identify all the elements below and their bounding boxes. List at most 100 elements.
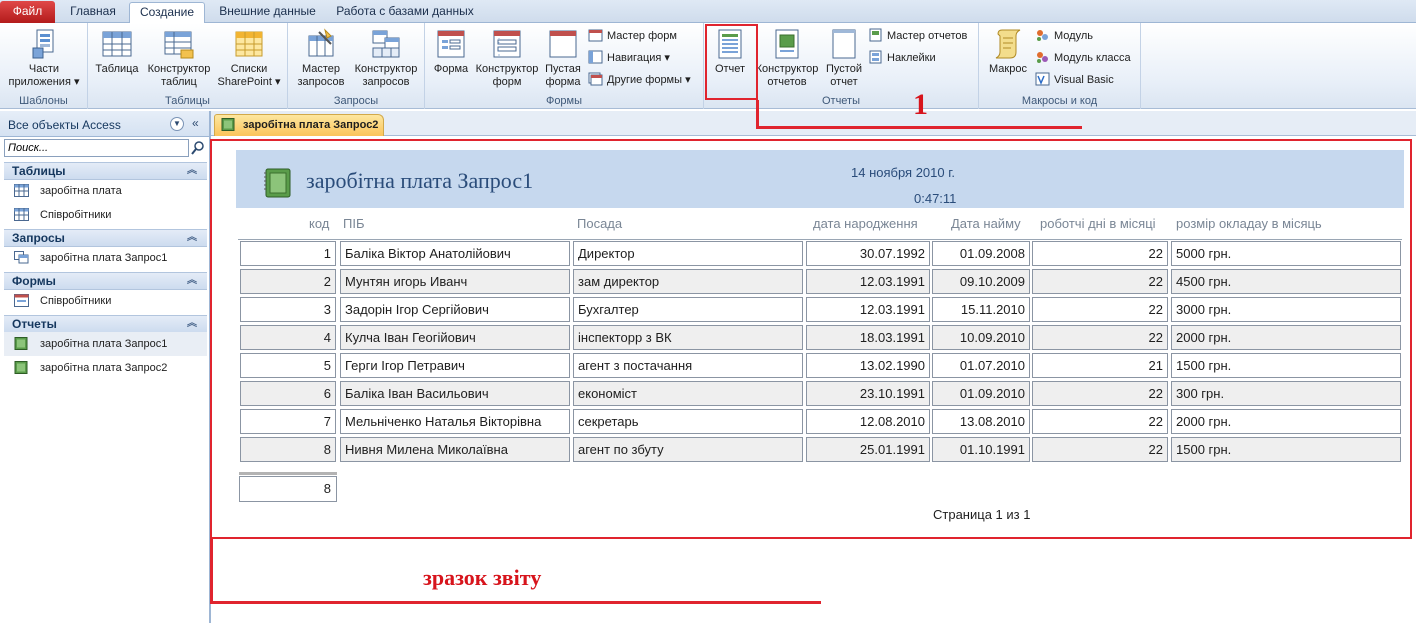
form-wizard-label: Мастер форм <box>607 30 677 42</box>
query-designer-label-1: Конструктор <box>354 63 418 75</box>
nav-section-tables-label: Таблицы <box>12 164 66 178</box>
nav-section-forms-label: Формы <box>12 274 56 288</box>
tab-file[interactable]: Файл <box>0 1 55 23</box>
nav-item-label: заробітна плата Запрос1 <box>40 338 168 350</box>
annotation-number: 1 <box>913 88 928 121</box>
table-icon <box>14 208 29 221</box>
table-button[interactable]: Таблица <box>92 26 142 76</box>
form-icon <box>14 294 29 307</box>
nav-item-report[interactable]: заробітна плата Запрос2 <box>4 356 207 380</box>
visual-basic-button[interactable]: Visual Basic <box>1035 71 1114 89</box>
table-designer-label-1: Конструктор <box>147 63 211 75</box>
collapse-icon: ︽ <box>187 232 197 243</box>
form-designer-icon <box>493 30 521 58</box>
group-label-forms: Формы <box>545 95 583 107</box>
collapse-pane-icon[interactable]: « <box>192 116 199 130</box>
blank-report-icon <box>832 29 856 59</box>
blank-form-button[interactable]: Пустая форма <box>541 26 585 89</box>
query-designer-button[interactable]: Конструктор запросов <box>350 26 422 89</box>
labels-button[interactable]: Наклейки <box>868 49 936 67</box>
blank-report-button[interactable]: Пустой отчет <box>822 26 866 89</box>
form-designer-button[interactable]: Конструктор форм <box>473 26 541 89</box>
chevron-down-icon[interactable]: ▼ <box>170 117 184 131</box>
nav-section-tables[interactable]: Таблицы ︽ <box>4 162 207 180</box>
tab-home[interactable]: Главная <box>60 2 126 23</box>
navigation-pane: Все объекты Access ▼ « Поиск... Таблицы ︽… <box>0 111 211 623</box>
group-label-templates: Шаблоны <box>19 95 68 107</box>
group-forms: Форма Конструктор форм Пустая форма Маст… <box>425 23 704 109</box>
form-designer-label-1: Конструктор <box>475 63 539 75</box>
tab-database-tools[interactable]: Работа с базами данных <box>330 2 480 23</box>
annotation-line-left <box>210 539 213 603</box>
class-module-button[interactable]: Модуль класса <box>1035 49 1131 67</box>
nav-section-queries-label: Запросы <box>12 231 65 245</box>
form-designer-label-2: форм <box>492 76 522 88</box>
labels-icon <box>869 50 882 64</box>
nav-section-queries[interactable]: Запросы ︽ <box>4 229 207 247</box>
group-macros: Макрос Модуль Модуль класса Visual Basic… <box>979 23 1141 109</box>
app-parts-button[interactable]: Части приложения ▾ <box>2 26 86 89</box>
collapse-icon: ︽ <box>187 318 197 329</box>
tab-create[interactable]: Создание <box>129 2 205 24</box>
navigation-label: Навигация ▾ <box>607 52 670 64</box>
annotation-line-vertical <box>756 100 759 128</box>
document-tab[interactable]: заробітна плата Запрос2 <box>214 114 384 136</box>
report-icon <box>221 118 235 131</box>
highlight-report-area <box>210 139 1412 539</box>
class-module-label: Модуль класса <box>1054 52 1131 64</box>
access-window: Файл Главная Создание Внешние данные Раб… <box>0 0 1416 623</box>
nav-search-input[interactable]: Поиск... <box>4 139 189 157</box>
query-icon <box>14 251 29 264</box>
tab-external-data[interactable]: Внешние данные <box>210 2 325 23</box>
nav-pane-title: Все объекты Access <box>8 118 121 132</box>
collapse-icon: ︽ <box>187 165 197 176</box>
table-designer-icon <box>164 31 194 59</box>
app-parts-icon <box>32 29 54 59</box>
report-wizard-label: Мастер отчетов <box>887 30 968 42</box>
nav-pane-header[interactable]: Все объекты Access ▼ « <box>0 111 209 137</box>
group-queries: Мастер запросов Конструктор запросов Зап… <box>288 23 425 109</box>
report-designer-button[interactable]: Конструктор отчетов <box>753 26 821 89</box>
form-wizard-button[interactable]: Мастер форм <box>588 27 677 45</box>
report-wizard-button[interactable]: Мастер отчетов <box>868 27 967 45</box>
module-icon <box>1037 30 1048 41</box>
sharepoint-list-icon <box>235 31 263 57</box>
nav-item-table[interactable]: заробітна плата <box>4 179 207 203</box>
nav-section-forms[interactable]: Формы ︽ <box>4 272 207 290</box>
query-designer-icon <box>372 30 400 58</box>
table-designer-button[interactable]: Конструктор таблиц <box>144 26 214 89</box>
sharepoint-label-2: SharePoint ▾ <box>217 76 281 88</box>
annotation-line-2 <box>210 601 821 604</box>
form-button[interactable]: Форма <box>429 26 473 76</box>
nav-item-form[interactable]: Співробітники <box>4 289 207 313</box>
ribbon-tab-strip: Файл Главная Создание Внешние данные Раб… <box>0 0 1416 24</box>
group-label-queries: Запросы <box>333 95 379 107</box>
query-wizard-label-1: Мастер <box>301 63 341 75</box>
query-wizard-button[interactable]: Мастер запросов <box>292 26 350 89</box>
group-label-tables: Таблицы <box>165 95 210 107</box>
document-tab-label: заробітна плата Запрос2 <box>243 119 379 131</box>
macro-button[interactable]: Макрос <box>983 26 1033 76</box>
query-designer-label-2: запросов <box>362 76 410 88</box>
more-forms-button[interactable]: Другие формы ▾ <box>588 71 691 89</box>
query-wizard-icon <box>308 28 334 57</box>
search-icon[interactable] <box>190 139 206 157</box>
nav-section-reports[interactable]: Отчеты ︽ <box>4 315 207 333</box>
nav-item-query[interactable]: заробітна плата Запрос1 <box>4 246 207 270</box>
nav-item-report[interactable]: заробітна плата Запрос1 <box>4 332 207 356</box>
query-wizard-label-2: запросов <box>297 76 345 88</box>
app-parts-label-1: Части <box>28 63 60 75</box>
module-label: Модуль <box>1054 30 1093 42</box>
sharepoint-lists-button[interactable]: Списки SharePoint ▾ <box>214 26 284 89</box>
group-templates: Части приложения ▾ Шаблоны <box>0 23 88 109</box>
table-icon <box>14 184 29 197</box>
navigation-button[interactable]: Навигация ▾ <box>588 49 670 67</box>
navigation-icon <box>588 50 603 64</box>
blank-form-label-1: Пустая <box>545 63 581 75</box>
more-forms-label: Другие формы ▾ <box>607 74 691 86</box>
class-module-icon <box>1037 52 1048 63</box>
nav-item-table[interactable]: Співробітники <box>4 203 207 227</box>
module-button[interactable]: Модуль <box>1035 27 1093 45</box>
nav-item-label: Співробітники <box>40 295 112 307</box>
document-tab-bar: заробітна плата Запрос2 <box>211 111 1416 136</box>
